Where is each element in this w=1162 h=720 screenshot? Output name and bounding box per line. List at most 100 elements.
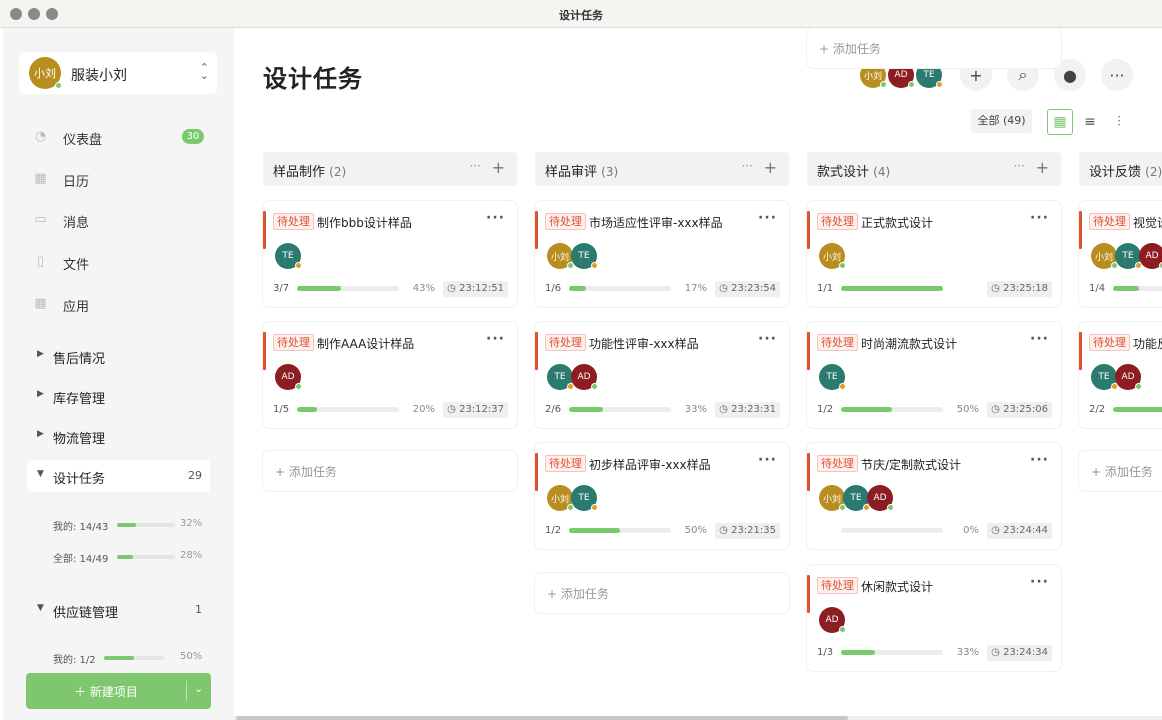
- scrollbar-thumb[interactable]: [236, 716, 848, 720]
- avatar[interactable]: 小刘: [547, 485, 574, 511]
- avatar[interactable]: TE: [275, 243, 302, 269]
- avatar[interactable]: TE: [547, 364, 574, 390]
- column-more-icon[interactable]: ···: [470, 159, 481, 173]
- task-card[interactable]: 待处理 初步样品评审-xxx样品 ··· 小刘 TE 1/2 50% ◷ 23:21:35: [535, 443, 789, 549]
- avatar[interactable]: 小刘: [819, 243, 846, 269]
- group-logistics[interactable]: ▶ 物流管理: [27, 420, 210, 452]
- sidebar-item-label: 消息: [63, 216, 90, 231]
- list-view-icon[interactable]: ≡: [1077, 109, 1103, 135]
- gantt-view-icon[interactable]: ⫶: [1106, 109, 1132, 135]
- column-add-icon[interactable]: +: [1036, 158, 1049, 177]
- add-task-button[interactable]: + 添加任务: [1079, 451, 1162, 491]
- card-more-icon[interactable]: ···: [758, 452, 777, 468]
- task-card[interactable]: 待处理 功能性评审-xxx样品 ··· TE AD 2/6 33% ◷ 23:23:31: [535, 322, 789, 428]
- task-card[interactable]: 待处理功能反馈···TEAD2/2: [1079, 322, 1162, 428]
- stat-percent: 32%: [180, 518, 203, 529]
- task-title[interactable]: 制作AAA设计样品: [317, 335, 414, 352]
- task-card[interactable]: 待处理 正式款式设计 ··· 小刘 1/1 ◷ 23:25:18: [807, 201, 1061, 307]
- status-badge: 待处理: [273, 334, 314, 351]
- task-card[interactable]: 待处理视觉设计反馈···小刘TEAD1/4: [1079, 201, 1162, 307]
- column-add-icon[interactable]: +: [492, 158, 505, 177]
- task-title[interactable]: 制作bbb设计样品: [317, 214, 412, 231]
- board-view-icon[interactable]: ▦: [1047, 109, 1073, 135]
- stat-percent: 50%: [180, 651, 203, 662]
- group-design-tasks[interactable]: ▼ 设计任务 29: [27, 460, 210, 492]
- task-title[interactable]: 节庆/定制款式设计: [861, 456, 961, 473]
- sidebar-item-files[interactable]: ▯ 文件: [33, 253, 133, 273]
- avatar[interactable]: AD: [275, 364, 302, 390]
- column-add-icon[interactable]: +: [764, 158, 777, 177]
- card-more-icon[interactable]: ···: [1030, 210, 1049, 226]
- workspace-switcher[interactable]: 小刘 服装小刘 ⌃ ⌄: [19, 52, 217, 94]
- progress-percent: 17%: [684, 283, 707, 294]
- task-title[interactable]: 功能性评审-xxx样品: [589, 335, 699, 352]
- task-title[interactable]: 市场适应性评审-xxx样品: [589, 214, 723, 231]
- sidebar-item-calendar[interactable]: ▦ 日历: [33, 170, 133, 190]
- horizontal-scrollbar[interactable]: [234, 716, 1162, 720]
- task-progress: 1/4: [1089, 281, 1162, 297]
- task-card[interactable]: 待处理 节庆/定制款式设计 ··· 小刘 TE AD 0% ◷ 23:24:44: [807, 443, 1061, 549]
- sidebar-item-messages[interactable]: ▭ 消息: [33, 211, 133, 231]
- sidebar-item-dashboard[interactable]: ◔ 仪表盘 30: [33, 128, 213, 148]
- avatar[interactable]: TE: [571, 243, 598, 269]
- task-title[interactable]: 初步样品评审-xxx样品: [589, 456, 711, 473]
- stat-label: 我的: 14/43: [53, 522, 109, 533]
- avatar[interactable]: TE: [571, 485, 598, 511]
- avatar[interactable]: 小刘: [547, 243, 574, 269]
- add-task-button[interactable]: + 添加任务: [535, 573, 789, 613]
- task-card[interactable]: 待处理 制作bbb设计样品 ··· TE 3/7 43% ◷ 23:12:51: [263, 201, 517, 307]
- card-more-icon[interactable]: ···: [1030, 574, 1049, 590]
- window-title: 设计任务: [559, 9, 603, 22]
- sidebar-item-label: 日历: [63, 175, 90, 190]
- task-card[interactable]: 待处理 休闲款式设计 ··· AD 1/3 33% ◷ 23:24:34: [807, 565, 1061, 671]
- avatar[interactable]: AD: [571, 364, 598, 390]
- avatar[interactable]: TE: [843, 485, 870, 511]
- avatar[interactable]: AD: [1139, 243, 1162, 269]
- avatar[interactable]: TE: [1091, 364, 1118, 390]
- task-assignees: TE AD: [547, 364, 667, 390]
- task-card[interactable]: 待处理 时尚潮流款式设计 ··· TE 1/2 50% ◷ 23:25:06: [807, 322, 1061, 428]
- task-title[interactable]: 时尚潮流款式设计: [861, 335, 957, 352]
- column-header: 样品审评 (3) ··· +: [535, 152, 789, 186]
- task-title[interactable]: 功能反馈: [1133, 335, 1162, 352]
- group-aftersales[interactable]: ▶ 售后情况: [27, 340, 210, 372]
- avatar[interactable]: AD: [819, 607, 846, 633]
- add-task-button[interactable]: + 添加任务: [263, 451, 517, 491]
- card-more-icon[interactable]: ···: [758, 331, 777, 347]
- task-title[interactable]: 休闲款式设计: [861, 578, 933, 595]
- progress-bar: [1113, 286, 1162, 291]
- avatar[interactable]: 小刘: [1091, 243, 1118, 269]
- add-task-button[interactable]: + 添加任务: [807, 28, 1061, 68]
- column-more-icon[interactable]: ···: [742, 159, 753, 173]
- task-card[interactable]: 待处理 制作AAA设计样品 ··· AD 1/5 20% ◷ 23:12:37: [263, 322, 517, 428]
- card-more-icon[interactable]: ···: [1030, 331, 1049, 347]
- task-card[interactable]: 待处理 市场适应性评审-xxx样品 ··· 小刘 TE 1/6 17% ◷ 23:23:54: [535, 201, 789, 307]
- avatar[interactable]: TE: [819, 364, 846, 390]
- avatar[interactable]: TE: [1115, 243, 1142, 269]
- more-button[interactable]: ···: [1101, 59, 1133, 91]
- avatar[interactable]: AD: [1115, 364, 1142, 390]
- progress-bar: [569, 528, 671, 533]
- due-time: ◷ 23:23:31: [715, 402, 780, 418]
- new-project-button[interactable]: ＋ 新建项目 ⌄: [26, 673, 211, 709]
- task-title[interactable]: 视觉设计反馈: [1133, 214, 1162, 231]
- column-more-icon[interactable]: ···: [1014, 159, 1025, 173]
- progress-fraction: 1/2: [545, 525, 562, 536]
- progress-percent: 20%: [412, 404, 435, 415]
- card-more-icon[interactable]: ···: [486, 210, 505, 226]
- sidebar-item-apps[interactable]: ▦ 应用: [33, 295, 133, 315]
- status-badge: 待处理: [817, 213, 858, 230]
- group-inventory[interactable]: ▶ 库存管理: [27, 380, 210, 412]
- chevron-down-icon[interactable]: ⌄: [194, 682, 203, 695]
- task-title[interactable]: 正式款式设计: [861, 214, 933, 231]
- group-supply-chain[interactable]: ▼ 供应链管理 1: [27, 594, 210, 626]
- card-more-icon[interactable]: ···: [758, 210, 777, 226]
- stat-label: 我的: 1/2: [53, 655, 96, 666]
- card-more-icon[interactable]: ···: [1030, 452, 1049, 468]
- stat-bar: [117, 555, 175, 559]
- stat-percent: 28%: [180, 550, 203, 561]
- avatar[interactable]: 小刘: [819, 485, 846, 511]
- card-more-icon[interactable]: ···: [486, 331, 505, 347]
- filter-all-chip[interactable]: 全部 (49): [971, 109, 1032, 133]
- avatar[interactable]: AD: [867, 485, 894, 511]
